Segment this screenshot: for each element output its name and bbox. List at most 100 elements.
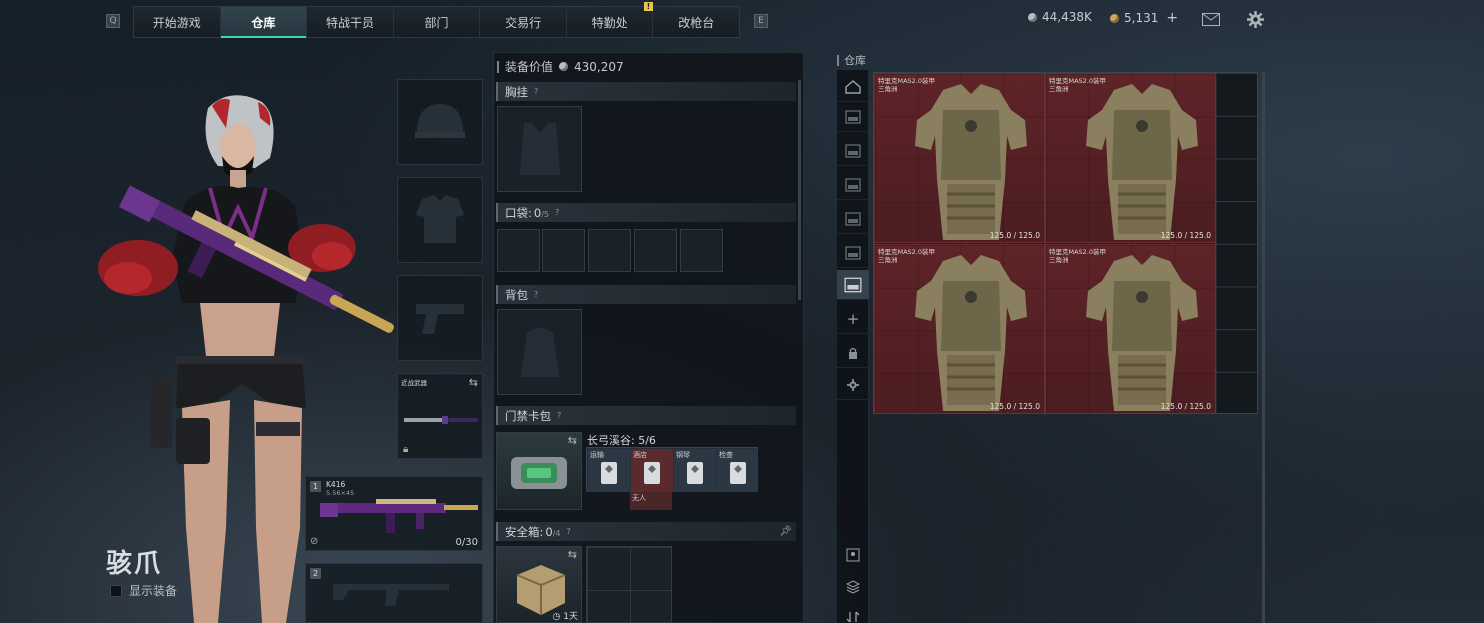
tab-special-ops[interactable]: 特勤处	[567, 7, 654, 37]
mail-icon[interactable]	[1201, 10, 1221, 28]
warehouse-tab-4[interactable]	[837, 204, 869, 234]
lock-storage-button[interactable]	[837, 338, 869, 368]
no-ammo-icon: ⊘	[310, 536, 319, 547]
warehouse-tab-home[interactable]	[837, 72, 869, 102]
swap-icon[interactable]: ⇆	[568, 434, 577, 447]
keycard-item[interactable]: 运输	[588, 449, 630, 492]
keycard-extra[interactable]: 无人	[630, 492, 672, 510]
equipment-value: 装备价值 430,207	[497, 58, 624, 75]
armor-item[interactable]: 特里克MAS2.0装甲 三角洲 125.0 / 125.0	[874, 73, 1045, 243]
keycard-case-title: 长弓溪谷: 5/6	[587, 434, 656, 447]
item-subtitle: 三角洲	[878, 85, 898, 93]
helmet-icon	[398, 80, 482, 164]
melee-slot[interactable]: 近战武器 ⇆ 🔒︎	[397, 373, 483, 459]
warehouse-tab-1[interactable]	[837, 102, 869, 132]
keycard-case-slot[interactable]: ⇆	[496, 432, 582, 510]
gold-amount: 5,131	[1124, 11, 1159, 25]
layers-icon	[846, 580, 860, 594]
show-gear-checkbox[interactable]	[110, 584, 122, 597]
safebox-capacity: /4	[552, 528, 561, 538]
keycard-item[interactable]: 钢琴	[674, 449, 716, 492]
storage-settings-button[interactable]	[837, 370, 869, 400]
prev-tab-key[interactable]: Q	[106, 14, 120, 28]
tab-trading[interactable]: 交易行	[480, 7, 567, 37]
add-storage-button[interactable]: +	[837, 304, 869, 334]
body-armor-icon	[1086, 255, 1198, 411]
pockets-count: 0/5	[534, 206, 549, 220]
helmet-slot[interactable]	[397, 79, 483, 165]
pocket-slot[interactable]	[542, 229, 585, 272]
equipment-scrollbar[interactable]	[798, 80, 801, 300]
armor-item[interactable]: 特里克MAS2.0装甲 三角洲 125.0 / 125.0	[1045, 73, 1216, 243]
warehouse-tab-5[interactable]	[837, 238, 869, 268]
help-icon[interactable]: ?	[534, 290, 538, 299]
tab-gunsmith[interactable]: 改枪台	[653, 7, 739, 37]
value-coin-icon	[559, 62, 569, 71]
safebox-label: 安全箱:	[505, 524, 544, 539]
sidearm-slot[interactable]	[397, 275, 483, 361]
show-gear-toggle[interactable]: 显示装备	[110, 582, 177, 599]
lock-icon: 🔒︎	[403, 444, 409, 455]
safebox-slot[interactable]: ⇆ ◷ 1天	[496, 546, 582, 623]
layers-button[interactable]	[837, 572, 869, 602]
storage-tab-icon	[845, 246, 861, 259]
silver-currency: 44,438K	[1028, 10, 1092, 24]
keycard-name: 钢琴	[676, 451, 690, 459]
settings-gear-icon[interactable]	[1245, 10, 1265, 28]
silver-coin-icon	[1028, 12, 1037, 22]
armor-item[interactable]: 特里克MAS2.0装甲 三角洲 125.0 / 125.0	[1045, 244, 1216, 414]
safebox-grid[interactable]	[586, 546, 672, 623]
id-card-button[interactable]	[837, 540, 869, 570]
keycard-item[interactable]: 检查	[717, 449, 758, 492]
sort-button[interactable]	[837, 602, 869, 623]
help-icon[interactable]: ?	[567, 527, 571, 536]
backpack-slot[interactable]	[497, 309, 582, 395]
notification-badge: !	[644, 2, 653, 11]
pin-icon[interactable]: 📌︎	[779, 526, 792, 537]
swap-icon[interactable]: ⇆	[568, 548, 577, 561]
warehouse-scrollbar[interactable]	[1262, 72, 1265, 623]
help-icon[interactable]: ?	[557, 411, 561, 420]
tab-warehouse[interactable]: 仓库	[220, 7, 308, 38]
pocket-slot[interactable]	[588, 229, 631, 272]
safebox-header: 安全箱: 0/4 ? 📌︎	[496, 522, 796, 541]
primary-weapon-slot[interactable]: 1 K416 5.56×45 ⊘ 0/30	[305, 476, 483, 551]
item-subtitle: 三角洲	[1049, 256, 1069, 264]
chest-rig-label: 胸挂	[505, 84, 528, 99]
item-durability: 125.0 / 125.0	[1160, 402, 1211, 411]
warehouse-tab-6[interactable]	[837, 270, 869, 300]
armor-item[interactable]: 特里克MAS2.0装甲 三角洲 125.0 / 125.0	[874, 244, 1045, 414]
warehouse-tab-2[interactable]	[837, 136, 869, 166]
warehouse-tab-3[interactable]	[837, 170, 869, 200]
tab-start-game[interactable]: 开始游戏	[134, 7, 221, 37]
operator-name: 骇爪	[106, 549, 163, 579]
pocket-slot[interactable]	[497, 229, 540, 272]
keycard-item[interactable]: 酒店	[631, 449, 673, 492]
item-subtitle: 三角洲	[1049, 85, 1069, 93]
backpack-label: 背包	[505, 287, 528, 302]
item-subtitle: 三角洲	[878, 256, 898, 264]
silver-amount: 44,438K	[1042, 10, 1092, 24]
pockets-capacity: /5	[541, 209, 549, 219]
melee-label: 近战武器	[401, 379, 427, 387]
equipment-value-amount: 430,207	[574, 59, 624, 74]
help-icon[interactable]: ?	[534, 87, 538, 96]
keycard-name: 酒店	[633, 451, 647, 459]
gold-currency[interactable]: 5,131 +	[1110, 10, 1178, 26]
pocket-slot[interactable]	[634, 229, 677, 272]
keycard-case-icon	[509, 453, 569, 497]
keycard-icon	[687, 462, 703, 484]
secondary-weapon-slot[interactable]: 2	[305, 563, 483, 623]
armor-slot[interactable]	[397, 177, 483, 263]
next-tab-key[interactable]: E	[754, 14, 768, 28]
swap-icon[interactable]: ⇆	[469, 376, 478, 389]
tab-operators[interactable]: 特战干员	[307, 7, 394, 37]
help-icon[interactable]: ?	[555, 208, 559, 217]
primary-ammo-count: 0/30	[455, 537, 478, 548]
pocket-slot[interactable]	[680, 229, 723, 272]
keycard-extra-name: 无人	[632, 494, 646, 502]
chest-rig-slot[interactable]	[497, 106, 582, 192]
tab-department[interactable]: 部门	[394, 7, 481, 37]
keycard-icon	[730, 462, 746, 484]
add-currency-button[interactable]: +	[1166, 10, 1178, 26]
